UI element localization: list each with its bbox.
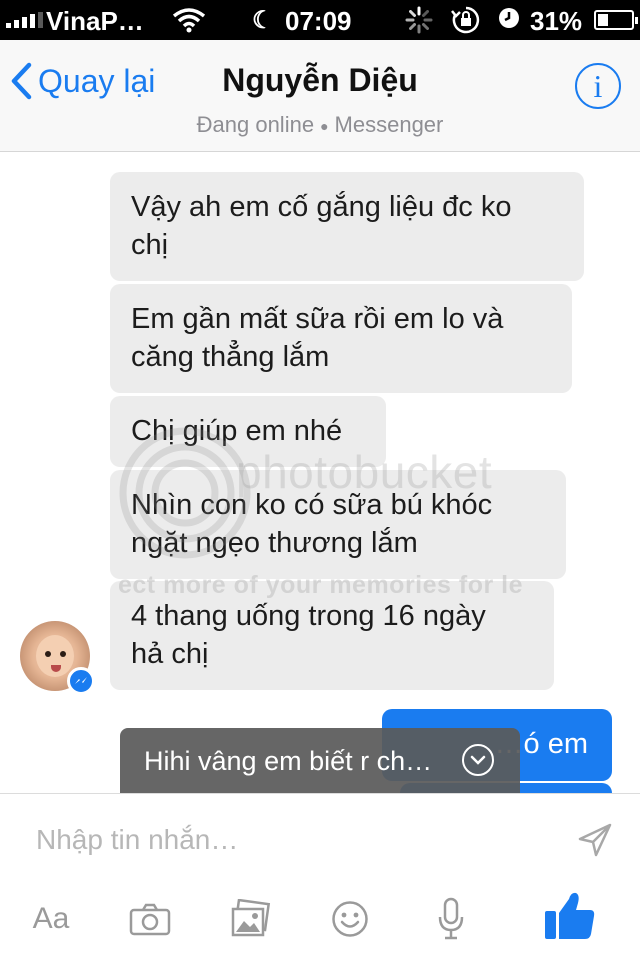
avatar-eye [60,651,66,657]
message-line: Vậy ah em cố gắng liệu đc ko [131,191,512,223]
message-line: ngặt ngẹo thương lắm [131,527,418,559]
online-status: Đang online [196,112,315,137]
avatar-eye [45,651,51,657]
message-thread[interactable]: Vậy ah em cố gắng liệu đc ko chị Em gần … [0,153,640,793]
status-bar: VinaP… ☾ 07:09 31% [0,0,640,40]
toast-text: Hihi vâng em biết r ch… [144,745,433,776]
info-button[interactable]: i [575,63,621,109]
chevron-down-icon [462,744,494,776]
contact-status: Đang online ● Messenger [196,112,444,137]
battery-icon [594,10,638,30]
alarm-clock-icon [497,6,521,36]
activity-spinner-icon [405,6,433,41]
aa-label: Aa [32,902,70,935]
watermark-tagline: ect more of your memories for le [118,571,524,599]
watermark-brand: photobucket [236,446,493,498]
carrier-name: VinaP… [46,6,144,36]
contact-name: Nguyễn Diệu [222,62,418,98]
emoji-icon[interactable] [330,894,370,944]
message-bubble-incoming[interactable]: Vậy ah em cố gắng liệu đc ko chị [110,172,584,281]
navigation-bar: Quay lại Nguyễn Diệu Đang online ● Messeng… [0,40,640,152]
message-line: chị [131,229,169,261]
signal-strength-icon [6,12,43,28]
rotation-lock-icon [450,6,482,41]
messenger-badge-icon [67,667,95,695]
message-input[interactable] [36,820,536,860]
status-time: 07:09 [285,6,352,36]
message-composer: Aa [0,793,640,960]
messenger-screen: VinaP… ☾ 07:09 31% Quay lại Nguyễn Diệu … [0,0,640,960]
message-line: 4 thang uống trong 16 ngày [131,600,486,632]
font-size-icon[interactable]: Aa [26,894,76,944]
microphone-icon[interactable] [436,894,466,944]
thumbs-up-icon[interactable] [542,886,598,946]
photo-gallery-icon[interactable] [228,894,272,944]
message-source: Messenger [334,112,444,137]
wifi-icon [172,7,206,40]
message-line: Em gần mất sữa rồi em lo và [131,303,504,335]
camera-icon[interactable] [128,894,172,944]
message-bubble-incoming[interactable]: Em gần mất sữa rồi em lo và căng thẳng l… [110,284,572,393]
message-line: hả chị [131,638,209,670]
new-message-toast[interactable]: Hihi vâng em biết r ch… [120,728,520,793]
info-icon: i [593,68,603,104]
send-icon[interactable] [577,822,613,863]
message-line: căng thẳng lắm [131,341,330,373]
contact-avatar[interactable] [20,621,95,695]
battery-percentage: 31% [530,6,583,36]
do-not-disturb-icon: ☾ [252,7,274,34]
